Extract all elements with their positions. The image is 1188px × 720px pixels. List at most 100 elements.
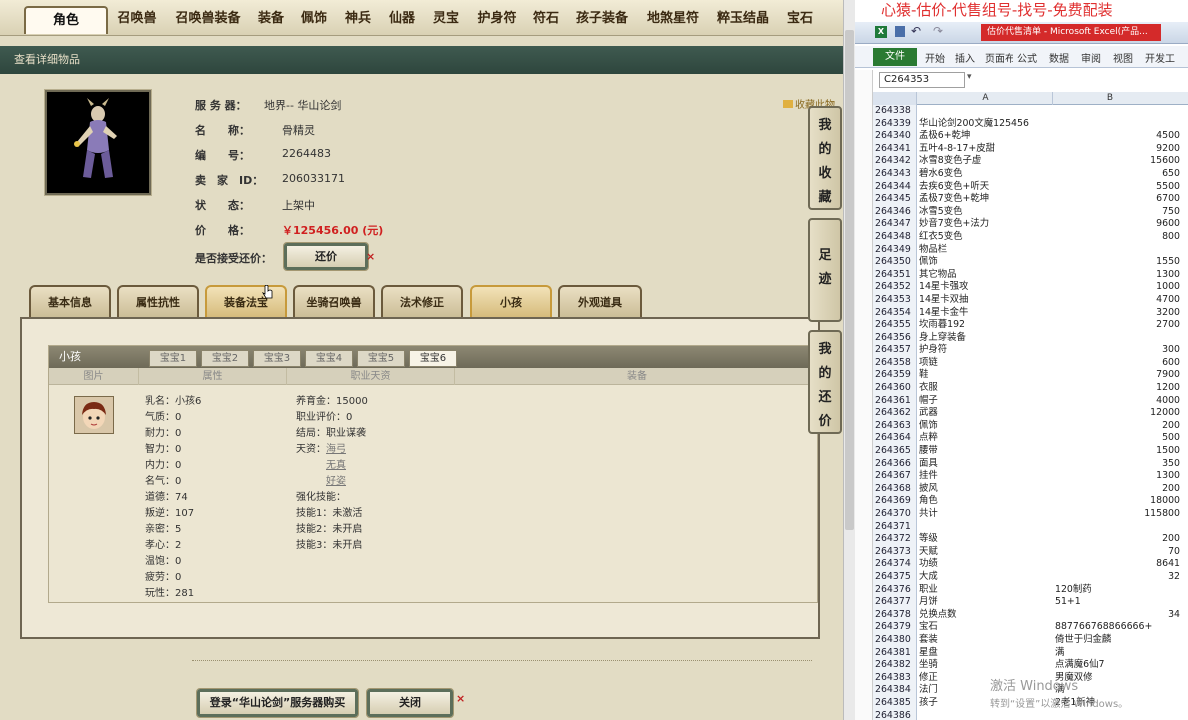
row-number[interactable]: 264380 [873,633,917,647]
tab-mount-summon[interactable]: 坐骑召唤兽 [293,285,375,319]
cell-a[interactable]: 妙音7变色+法力 [919,218,1054,231]
cell-b[interactable]: 5500 [1055,181,1180,194]
ribbon-tab-review[interactable]: 审阅 [1081,50,1101,65]
cell-a[interactable]: 坎雨暮192 [919,319,1054,332]
talent-link[interactable]: 好姿 [326,476,346,487]
sheet-row[interactable]: 264349 物品栏 [873,243,1188,257]
row-number[interactable]: 264385 [873,696,917,710]
cell-a[interactable]: 孟极6+乾坤 [919,130,1054,143]
cell-a[interactable]: 冰雪8变色子虚 [919,155,1054,168]
tab-child[interactable]: 小孩 [470,285,552,319]
sheet-row[interactable]: 264353 14星卡双抽 4700 [873,293,1188,307]
cell-a[interactable]: 坐骑 [919,659,1054,672]
ribbon-tab-layout[interactable]: 页面布局 [985,50,1013,65]
cell-a[interactable]: 大成 [919,571,1054,584]
cell-a[interactable]: 红衣5变色 [919,231,1054,244]
cell-a[interactable]: 月饼 [919,596,1054,609]
top-tab-rune[interactable]: 符石 [526,6,566,34]
sheet-row[interactable]: 264370 共计 115800 [873,508,1188,521]
cell-b[interactable]: 200 [1055,483,1180,496]
cell-b[interactable]: 7900 [1055,369,1180,382]
row-number[interactable]: 264378 [873,608,917,622]
cell-a[interactable]: 天赋 [919,546,1054,559]
row-number[interactable]: 264355 [873,319,917,332]
row-number[interactable]: 264367 [873,470,917,483]
cell-a[interactable]: 护身符 [919,344,1054,357]
row-number[interactable]: 264354 [873,306,917,320]
sheet-row[interactable]: 264382 坐骑 点满魔6仙7 [873,659,1188,672]
cell-b[interactable]: 1300 [1055,470,1180,483]
redo-icon[interactable]: ↷ [933,24,943,38]
tab-equip-treasure[interactable]: 装备法宝 [205,285,287,319]
cell-a[interactable]: 职业 [919,584,1054,597]
cell-a[interactable]: 项链 [919,357,1054,370]
cell-b[interactable]: 115800 [1055,508,1180,521]
sheet-row[interactable]: 264338 [873,105,1188,118]
row-number[interactable]: 264386 [873,709,917,720]
sheet-row[interactable]: 264340 孟极6+乾坤 4500 [873,130,1188,143]
sheet-row[interactable]: 264339 华山论剑200文魔125456 [873,117,1188,131]
ribbon-tab-home[interactable]: 开始 [925,50,945,65]
cell-b[interactable]: 12000 [1055,407,1180,420]
sheet-row[interactable]: 264355 坎雨暮192 2700 [873,319,1188,332]
col-header-b[interactable]: B [1055,92,1165,105]
sheet-row[interactable]: 264359 鞋 7900 [873,369,1188,383]
cell-a[interactable]: 碧水6变色 [919,168,1054,181]
cell-b[interactable]: 9200 [1055,143,1180,156]
cell-b[interactable]: 9600 [1055,218,1180,231]
row-number[interactable]: 264351 [873,268,917,282]
row-number[interactable]: 264364 [873,432,917,446]
sheet-row[interactable]: 264365 腰带 1500 [873,445,1188,458]
ribbon-tab-insert[interactable]: 插入 [955,50,975,65]
sheet-row[interactable]: 264367 挂件 1300 [873,470,1188,483]
cell-a[interactable]: 五叶4-8-17+皮甜 [919,143,1054,156]
row-number[interactable]: 264338 [873,105,917,118]
cell-b[interactable]: 1500 [1055,445,1180,458]
row-number[interactable]: 264356 [873,331,917,345]
top-tab-jade-crystal[interactable]: 粹玉结晶 [710,6,776,34]
cell-a[interactable]: 帽子 [919,395,1054,408]
row-number[interactable]: 264360 [873,382,917,395]
cell-b[interactable]: 750 [1055,206,1180,219]
cell-a[interactable]: 兑换点数 [919,609,1054,622]
row-number[interactable]: 264375 [873,570,917,584]
cell-a[interactable]: 星盘 [919,647,1054,660]
row-number[interactable]: 264369 [873,495,917,508]
cell-b[interactable]: 70 [1055,546,1180,559]
sheet-row[interactable]: 264361 帽子 4000 [873,394,1188,408]
cell-b[interactable]: 满 [1055,647,1180,660]
cell-b[interactable]: 200 [1055,420,1180,433]
cell-b[interactable]: 120制药 [1055,584,1180,597]
cell-b[interactable]: 2700 [1055,319,1180,332]
sheet-row[interactable]: 264346 冰雪5变色 750 [873,205,1188,219]
row-number[interactable]: 264363 [873,419,917,433]
row-number[interactable]: 264372 [873,533,917,546]
tab-appearance[interactable]: 外观道具 [558,285,642,319]
sheet-row[interactable]: 264372 等级 200 [873,533,1188,546]
cell-b[interactable]: 800 [1055,231,1180,244]
cell-a[interactable]: 去疾6变色+听天 [919,181,1054,194]
save-icon[interactable] [895,26,905,37]
row-number[interactable]: 264374 [873,558,917,571]
sheet-row[interactable]: 264360 衣服 1200 [873,382,1188,395]
cell-a[interactable]: 物品栏 [919,244,1054,257]
cell-a[interactable]: 角色 [919,495,1054,508]
sheet-row[interactable]: 264344 去疾6变色+听天 5500 [873,180,1188,194]
row-number[interactable]: 264343 [873,167,917,181]
sheet-row[interactable]: 264363 佩饰 200 [873,419,1188,433]
cell-b[interactable]: 18000 [1055,495,1180,508]
tab-attr-resist[interactable]: 属性抗性 [117,285,199,319]
sheet-row[interactable]: 264356 身上穿装备 [873,331,1188,345]
talent-link[interactable]: 无真 [326,460,346,471]
ribbon-tab-view[interactable]: 视图 [1113,50,1133,65]
row-number[interactable]: 264342 [873,155,917,168]
sheet-row[interactable]: 264376 职业 120制药 [873,583,1188,597]
top-tab-immortal[interactable]: 仙器 [382,6,422,34]
login-buy-button[interactable]: 登录“华山论剑”服务器购买 [196,688,359,718]
row-number[interactable]: 264368 [873,482,917,496]
undo-icon[interactable]: ↶ [911,24,921,38]
sheet-row[interactable]: 264374 功绩 8641 [873,558,1188,571]
row-number[interactable]: 264366 [873,457,917,471]
top-tab-summon-equip[interactable]: 召唤兽装备 [170,6,246,34]
cell-a[interactable]: 宝石 [919,621,1054,634]
